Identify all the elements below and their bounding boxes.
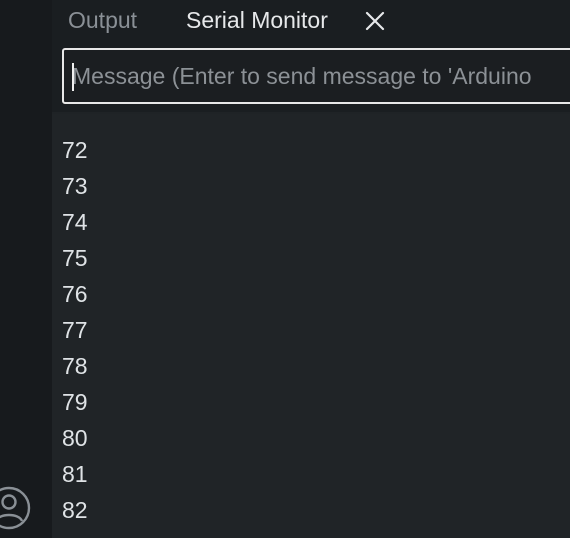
serial-output-line: 79 <box>62 389 88 415</box>
tab-serial-monitor[interactable]: Serial Monitor <box>186 5 328 35</box>
serial-output-line: 76 <box>62 281 88 307</box>
tab-output[interactable]: Output <box>68 5 137 35</box>
arduino-ide-window: Output Serial Monitor 72 73 74 75 76 77 … <box>0 0 570 538</box>
account-icon[interactable] <box>0 485 32 531</box>
message-input-box <box>62 48 570 104</box>
serial-output-line: 78 <box>62 353 88 379</box>
serial-output-line: 77 <box>62 317 88 343</box>
serial-output-line: 82 <box>62 497 88 523</box>
serial-output-line: 80 <box>62 425 88 451</box>
serial-output-area[interactable]: 72 73 74 75 76 77 78 79 80 81 82 <box>52 114 570 538</box>
close-icon[interactable] <box>364 10 386 32</box>
message-input[interactable] <box>72 50 570 102</box>
serial-output-line: 75 <box>62 245 88 271</box>
activity-bar <box>0 0 52 538</box>
serial-output-line: 74 <box>62 209 88 235</box>
serial-output-line: 81 <box>62 461 88 487</box>
serial-output-list: 72 73 74 75 76 77 78 79 80 81 82 <box>62 132 88 528</box>
panel-header: Output Serial Monitor <box>52 0 570 112</box>
serial-output-line: 72 <box>62 137 88 163</box>
bottom-panel: Output Serial Monitor 72 73 74 75 76 77 … <box>52 0 570 538</box>
text-caret <box>72 63 74 91</box>
serial-output-line: 73 <box>62 173 88 199</box>
